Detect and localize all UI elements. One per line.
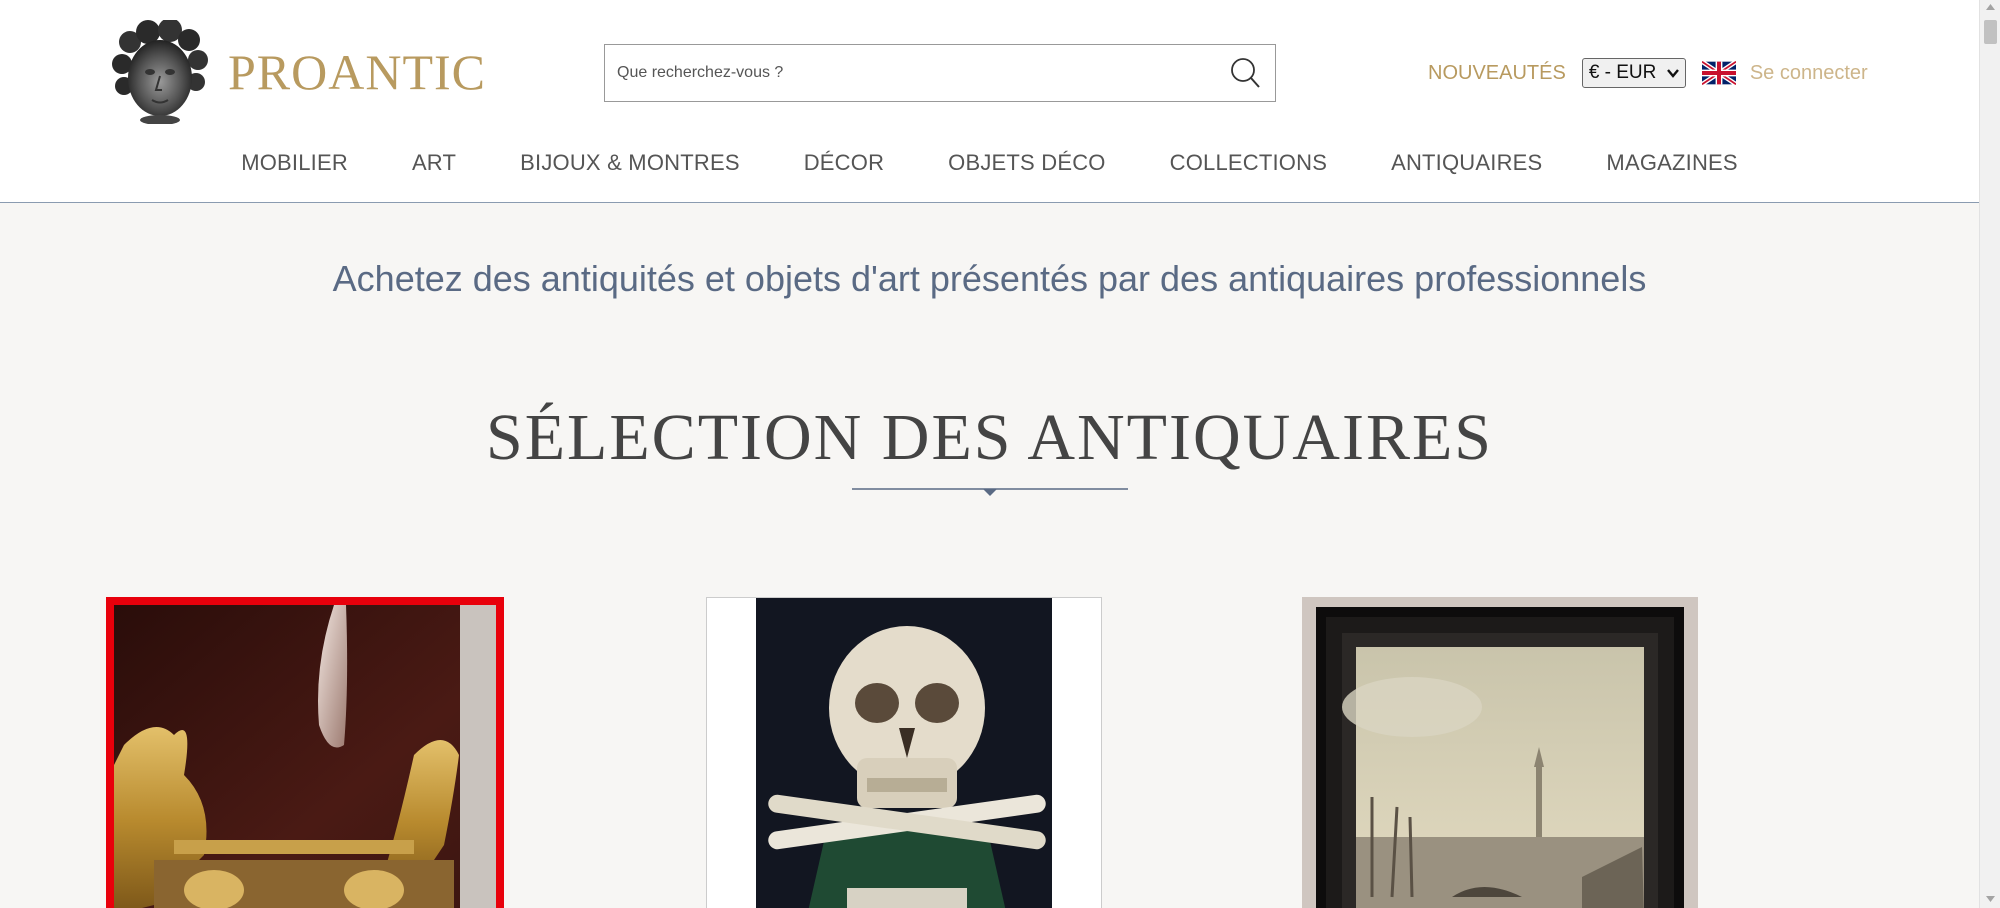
nav-item-antiquaires[interactable]: ANTIQUAIRES xyxy=(1391,150,1542,176)
product-image-2 xyxy=(707,598,1101,908)
site-header: PROANTIC NOUVEAUTÉS € - EUR xyxy=(0,0,1979,203)
product-card-1[interactable] xyxy=(106,597,504,908)
tagline: Achetez des antiquités et objets d'art p… xyxy=(332,258,1647,299)
logo-head-icon xyxy=(112,20,208,124)
scroll-down-icon[interactable] xyxy=(1986,896,1995,902)
page: PROANTIC NOUVEAUTÉS € - EUR xyxy=(0,0,1979,908)
main-nav: MOBILIER ART BIJOUX & MONTRES DÉCOR OBJE… xyxy=(0,150,1979,176)
search-bar xyxy=(604,44,1276,102)
scroll-up-icon[interactable] xyxy=(1986,4,1995,10)
currency-value: € - EUR xyxy=(1588,62,1657,83)
nav-item-decor[interactable]: DÉCOR xyxy=(804,150,884,176)
vertical-scrollbar[interactable] xyxy=(1979,0,2000,908)
section-title: SÉLECTION DES ANTIQUAIRES xyxy=(486,401,1493,474)
nav-item-magazines[interactable]: MAGAZINES xyxy=(1606,150,1737,176)
chevron-down-icon xyxy=(1666,69,1679,78)
product-image-3 xyxy=(1302,597,1698,908)
currency-select[interactable]: € - EUR xyxy=(1581,58,1686,88)
nav-item-collections[interactable]: COLLECTIONS xyxy=(1170,150,1327,176)
brand-name: PROANTIC xyxy=(228,44,487,100)
title-divider xyxy=(852,488,1128,496)
nav-item-bijoux-montres[interactable]: BIJOUX & MONTRES xyxy=(520,150,740,176)
scrollbar-thumb[interactable] xyxy=(1984,20,1997,44)
search-input[interactable] xyxy=(605,45,1215,101)
product-card-2[interactable] xyxy=(706,597,1102,908)
login-link[interactable]: Se connecter xyxy=(1750,62,1868,85)
nav-item-mobilier[interactable]: MOBILIER xyxy=(241,150,348,176)
logo-link[interactable]: PROANTIC xyxy=(110,20,486,124)
search-button[interactable] xyxy=(1215,45,1275,101)
product-image-1 xyxy=(114,605,496,908)
header-actions: NOUVEAUTÉS € - EUR Se connecter xyxy=(1428,56,1868,90)
nav-item-art[interactable]: ART xyxy=(412,150,456,176)
search-icon xyxy=(1231,58,1260,88)
product-card-3[interactable] xyxy=(1302,597,1698,908)
uk-flag-icon[interactable] xyxy=(1701,61,1736,85)
nav-item-objets-deco[interactable]: OBJETS DÉCO xyxy=(948,150,1105,176)
nouveautes-link[interactable]: NOUVEAUTÉS xyxy=(1428,62,1566,85)
